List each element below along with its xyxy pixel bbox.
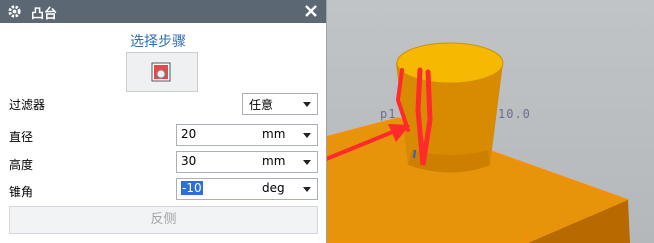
filter-dropdown[interactable]: 任意 xyxy=(242,93,318,115)
filter-label: 过滤器 xyxy=(9,98,46,112)
select-step-label: 选择步骤 xyxy=(130,34,186,50)
chevron-down-icon xyxy=(303,102,311,107)
taper-angle-field[interactable]: -10 deg xyxy=(176,178,318,200)
close-icon[interactable] xyxy=(303,3,319,19)
boss-dialog: 凸台 选择步骤 过滤器 任意 直径 20 mm 高度 30 mm 锥角 -10 … xyxy=(0,0,327,243)
select-step-button[interactable] xyxy=(126,52,198,92)
reverse-side-button[interactable]: 反侧 xyxy=(9,206,318,234)
height-label: 高度 xyxy=(9,158,34,172)
dialog-titlebar[interactable]: 凸台 xyxy=(0,0,326,23)
diameter-unit: mm xyxy=(262,127,286,141)
diameter-field[interactable]: 20 mm xyxy=(176,124,318,146)
height-value: 30 xyxy=(181,154,197,168)
chevron-down-icon[interactable] xyxy=(303,160,311,165)
diameter-value: 20 xyxy=(181,127,197,141)
height-unit: mm xyxy=(262,154,286,168)
dialog-title: 凸台 xyxy=(31,7,58,22)
dimension-label-left: p1 xyxy=(380,107,397,121)
dimension-label-right: 10.0 xyxy=(498,107,531,121)
taper-value: -10 xyxy=(181,181,203,195)
taper-unit: deg xyxy=(262,181,285,195)
height-field[interactable]: 30 mm xyxy=(176,151,318,173)
gear-icon[interactable] xyxy=(7,4,22,19)
boss-face-icon xyxy=(151,62,171,82)
diameter-label: 直径 xyxy=(9,130,34,144)
boss-top-face[interactable] xyxy=(396,42,504,84)
taper-label: 锥角 xyxy=(9,185,34,199)
chevron-down-icon[interactable] xyxy=(303,133,311,138)
chevron-down-icon[interactable] xyxy=(303,187,311,192)
filter-value: 任意 xyxy=(249,98,274,112)
